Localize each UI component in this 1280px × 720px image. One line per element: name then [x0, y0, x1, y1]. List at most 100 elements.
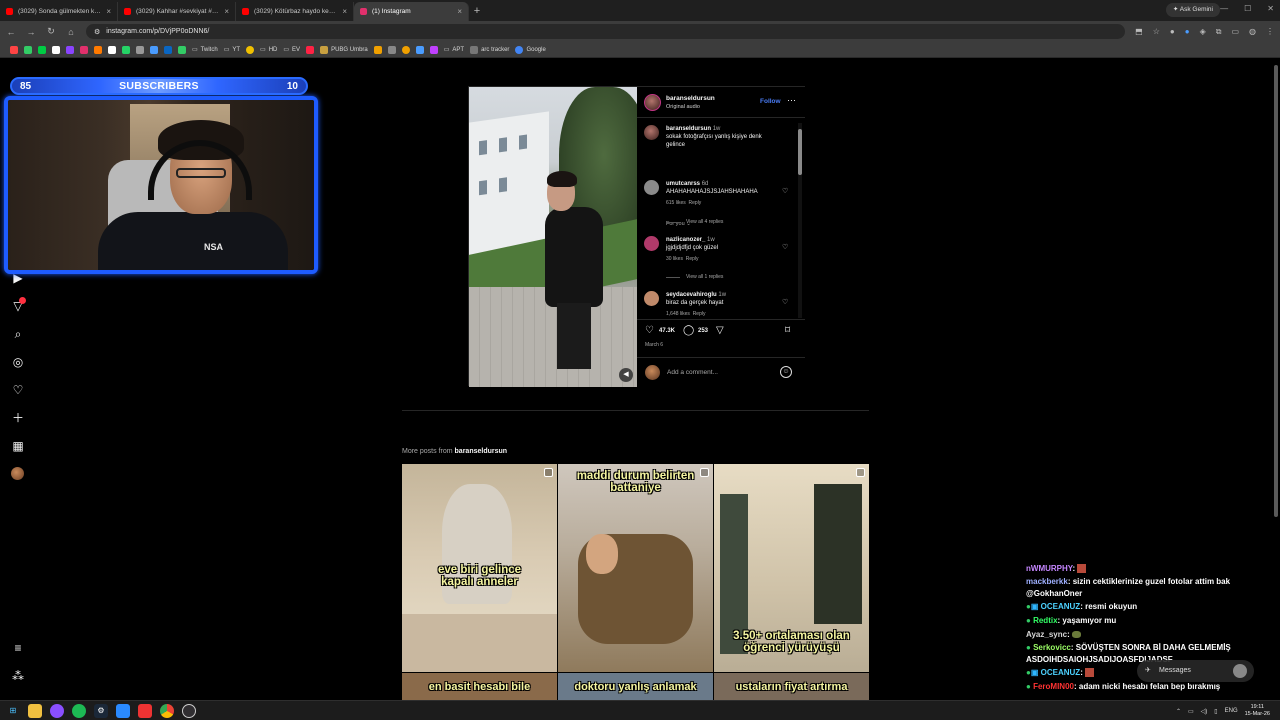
post-thumbnail[interactable]: maddi durum belirten battaniye [558, 464, 713, 672]
caption-username[interactable]: baranseldursun [666, 126, 711, 132]
browser-tab-1[interactable]: (3029) Sonda gülmekten kamera... × [0, 2, 118, 21]
close-window-icon[interactable]: ✕ [1267, 4, 1274, 13]
profile-icon[interactable]: ◍ [1249, 27, 1256, 37]
scroll-thumb[interactable] [798, 129, 802, 175]
also-from-meta-icon[interactable]: ⁂ [11, 669, 25, 683]
create-icon[interactable]: ＋ [11, 411, 25, 425]
bookmark-icon[interactable] [24, 45, 32, 54]
explore-icon[interactable]: ◎ [11, 355, 25, 369]
save-bookmark-icon[interactable]: ⌑ [785, 325, 790, 336]
app-icon[interactable] [50, 703, 64, 718]
post-thumbnail[interactable]: ustaların fiyat artırma [714, 673, 869, 701]
share-icon[interactable]: ▽ [716, 325, 724, 336]
bookmark-icon[interactable] [94, 45, 102, 54]
bookmark-apt[interactable]: ▭ APT [444, 46, 464, 54]
bookmark-icon[interactable] [178, 45, 186, 54]
reply-button[interactable]: Reply [689, 200, 702, 206]
bookmark-icon[interactable] [122, 45, 130, 54]
app-icon[interactable] [138, 703, 152, 718]
extensions-puzzle-icon[interactable]: ⧉ [1216, 27, 1222, 37]
site-info-icon[interactable]: ⚙ [94, 28, 100, 36]
like-count[interactable]: 47.3K [659, 328, 675, 334]
volume-icon[interactable]: ◁) [1201, 708, 1208, 715]
commenter-avatar[interactable] [644, 180, 659, 195]
windows-start-icon[interactable]: ⊞ [6, 704, 20, 718]
bookmark-icon[interactable] [80, 45, 88, 54]
bookmark-twitch[interactable]: ▭ Twitch [192, 46, 218, 54]
author-avatar[interactable] [644, 94, 661, 111]
bookmark-star-icon[interactable]: ☆ [1153, 27, 1160, 37]
comment-likes[interactable]: 1,648 likes [666, 311, 690, 317]
more-options-icon[interactable]: ⋯ [787, 95, 796, 106]
mute-icon[interactable]: ◀ [619, 368, 633, 382]
commenter-username[interactable]: umutcanrss [666, 181, 700, 187]
bookmark-icon[interactable] [415, 45, 424, 54]
browser-tab-3[interactable]: (3029) Kötürbaz haydo kendini... × [236, 2, 354, 21]
post-thumbnail[interactable]: en basit hesabı bile [402, 673, 557, 701]
bookmark-icon[interactable] [401, 45, 410, 54]
close-icon[interactable]: × [224, 7, 229, 16]
bookmark-icon[interactable] [164, 45, 172, 54]
add-comment-input[interactable]: Add a comment... [667, 369, 718, 376]
post-thumbnail[interactable]: eve biri gelince kapalı anneler [402, 464, 557, 672]
bookmark-pubg[interactable]: PUBG Umbra [320, 45, 368, 54]
profile-avatar[interactable] [11, 467, 24, 480]
forward-icon[interactable]: → [26, 27, 36, 37]
tray-chevron-icon[interactable]: ⌃ [1176, 708, 1181, 715]
address-bar[interactable]: ⚙ instagram.com/p/DVjPP0oDNN6/ [86, 24, 1126, 39]
bookmark-icon[interactable] [52, 45, 60, 54]
steam-icon[interactable]: ⚙ [94, 703, 108, 718]
battery-icon[interactable]: ▯ [1214, 708, 1217, 715]
more-posts-username[interactable]: baranseldursun [455, 448, 508, 455]
bookmark-icon[interactable] [150, 45, 158, 54]
sidepanel-icon[interactable]: ▭ [1231, 27, 1239, 37]
maximize-icon[interactable]: ☐ [1244, 4, 1251, 13]
bookmark-ev[interactable]: ▭ EV [283, 46, 300, 54]
obs-icon[interactable] [182, 703, 196, 718]
install-icon[interactable]: ⬒ [1135, 27, 1143, 37]
view-replies-button[interactable]: View all 4 replies [666, 219, 723, 225]
author-username[interactable]: baranseldursun [666, 95, 715, 102]
post-thumbnail[interactable]: 3.50+ ortalaması olan öğrenci yürüyüşü [714, 464, 869, 672]
messages-button[interactable]: ✈ Messages [1137, 660, 1254, 682]
bookmark-icon[interactable] [373, 45, 382, 54]
file-explorer-icon[interactable] [28, 703, 42, 718]
like-comment-icon[interactable]: ♡ [782, 243, 788, 251]
audio-label[interactable]: Original audio [666, 104, 700, 110]
close-icon[interactable]: × [342, 7, 347, 16]
chrome-icon[interactable] [160, 703, 174, 718]
commenter-username[interactable]: seydacevahiroglu [666, 292, 717, 298]
ask-gemini-button[interactable]: ✦ Ask Gemini [1165, 3, 1220, 17]
emoji-icon[interactable]: ☺ [780, 366, 792, 378]
network-icon[interactable]: ▭ [1188, 708, 1194, 715]
bookmark-icon[interactable] [136, 45, 144, 54]
comment-likes[interactable]: 615 likes [666, 200, 686, 206]
close-icon[interactable]: × [457, 7, 462, 16]
follow-button[interactable]: Follow [760, 98, 781, 105]
clock[interactable]: 19:11 15-Mar-26 [1245, 704, 1270, 718]
extension-icon[interactable]: ● [1185, 27, 1190, 37]
reload-icon[interactable]: ↻ [46, 26, 56, 37]
minimize-icon[interactable]: — [1220, 4, 1228, 13]
bookmark-icon[interactable] [429, 45, 438, 54]
post-thumbnail[interactable]: doktoru yanlış anlamak [558, 673, 713, 701]
like-comment-icon[interactable]: ♡ [782, 298, 788, 306]
spotify-icon[interactable] [72, 703, 86, 718]
commenter-avatar[interactable] [644, 291, 659, 306]
bookmark-icon[interactable] [387, 45, 396, 54]
reply-button[interactable]: Reply [686, 256, 699, 262]
menu-icon[interactable]: ⋮ [1266, 27, 1274, 37]
bookmark-yt[interactable]: ▭ YT [224, 46, 240, 54]
bookmark-arc-tracker[interactable]: arc tracker [470, 45, 509, 54]
scroll-thumb[interactable] [1274, 65, 1278, 517]
commenter-username[interactable]: nazlicanozer_ [666, 237, 705, 243]
commenter-avatar[interactable] [644, 236, 659, 251]
home-icon[interactable]: ⌂ [66, 27, 76, 37]
menu-icon[interactable]: ≡ [11, 641, 25, 655]
post-video[interactable]: ◀ [469, 87, 637, 387]
like-heart-icon[interactable]: ♡ [645, 325, 654, 336]
new-tab-button[interactable]: + [469, 2, 485, 21]
like-comment-icon[interactable]: ♡ [782, 187, 788, 195]
extension-icon[interactable]: ● [1170, 27, 1175, 37]
bookmark-icon[interactable] [10, 45, 18, 54]
